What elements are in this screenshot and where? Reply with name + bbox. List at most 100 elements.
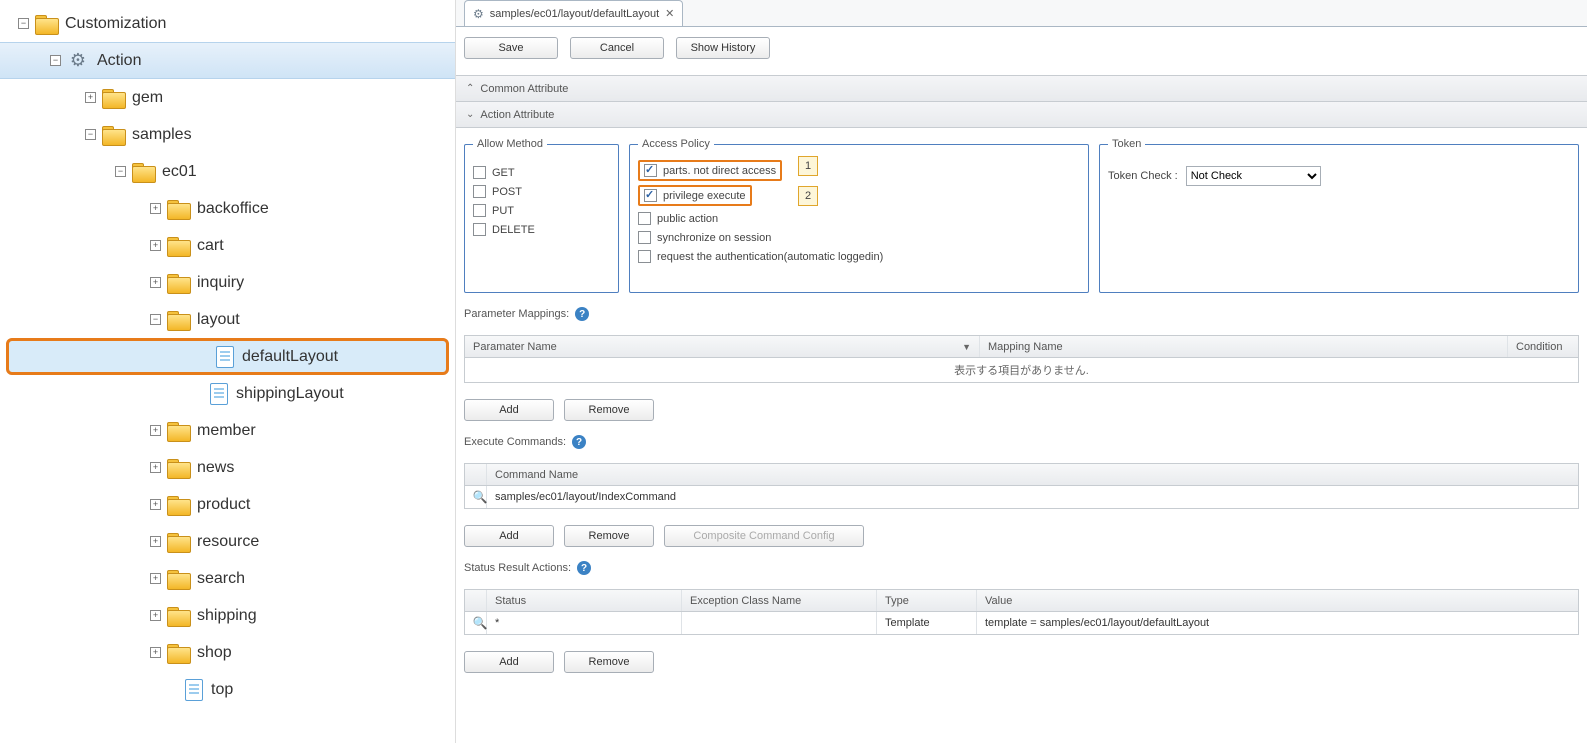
cb-public[interactable]: public action (638, 212, 1080, 225)
status-row[interactable]: 🔍 * Template template = samples/ec01/lay… (465, 612, 1578, 634)
cb-get[interactable]: GET (473, 166, 610, 179)
expand-icon[interactable]: + (150, 240, 161, 251)
tab-label: samples/ec01/layout/defaultLayout (490, 8, 659, 20)
checkbox[interactable] (644, 164, 657, 177)
allow-method-group: Allow Method GET POST PUT DELETE (464, 138, 619, 293)
tab-defaultlayout[interactable]: ⚙ samples/ec01/layout/defaultLayout ✕ (464, 0, 683, 26)
save-button[interactable]: Save (464, 37, 558, 59)
section-action[interactable]: ⌄ Action Attribute (456, 102, 1587, 128)
sort-icon: ▼ (962, 342, 971, 352)
checkbox[interactable] (473, 166, 486, 179)
checkbox[interactable] (638, 231, 651, 244)
col-command-name[interactable]: Command Name (487, 464, 1578, 485)
param-grid-head: Paramater Name ▼ Mapping Name Condition (465, 336, 1578, 358)
collapse-icon[interactable]: − (150, 314, 161, 325)
tree-label: layout (197, 311, 240, 329)
tree-search[interactable]: + search (0, 560, 455, 597)
gear-icon: ⚙ (473, 7, 484, 21)
expand-icon[interactable]: + (150, 462, 161, 473)
cb-auth[interactable]: request the authentication(automatic log… (638, 250, 1080, 263)
checkbox[interactable] (473, 185, 486, 198)
checkbox[interactable] (473, 223, 486, 236)
collapse-icon[interactable]: − (50, 55, 61, 66)
folder-icon (167, 644, 189, 662)
status-add-button[interactable]: Add (464, 651, 554, 673)
cb-sync[interactable]: synchronize on session (638, 231, 1080, 244)
exec-row[interactable]: 🔍 samples/ec01/layout/IndexCommand (465, 486, 1578, 508)
tree-root[interactable]: − Customization (0, 5, 455, 42)
expand-icon[interactable]: + (150, 573, 161, 584)
tree-product[interactable]: + product (0, 486, 455, 523)
expand-icon[interactable]: + (150, 203, 161, 214)
collapse-icon[interactable]: − (18, 18, 29, 29)
tree-shipping[interactable]: + shipping (0, 597, 455, 634)
cb-post[interactable]: POST (473, 185, 610, 198)
tree-layout[interactable]: − layout (0, 301, 455, 338)
col-status[interactable]: Status (487, 590, 682, 611)
tree-backoffice[interactable]: + backoffice (0, 190, 455, 227)
exec-grid-head: Command Name (465, 464, 1578, 486)
tree-ec01[interactable]: − ec01 (0, 153, 455, 190)
param-remove-button[interactable]: Remove (564, 399, 654, 421)
checkbox[interactable] (638, 250, 651, 263)
tree-gem[interactable]: + gem (0, 79, 455, 116)
tree-inquiry[interactable]: + inquiry (0, 264, 455, 301)
tree-defaultlayout[interactable]: defaultLayout (6, 338, 449, 375)
collapse-icon[interactable]: − (115, 166, 126, 177)
tree-resource[interactable]: + resource (0, 523, 455, 560)
tree-shop[interactable]: + shop (0, 634, 455, 671)
file-icon (185, 679, 203, 701)
tree-member[interactable]: + member (0, 412, 455, 449)
history-button[interactable]: Show History (676, 37, 770, 59)
cb-priv[interactable]: privilege execute (644, 189, 746, 202)
magnifier-icon[interactable]: 🔍 (473, 616, 487, 630)
expand-icon[interactable]: + (150, 499, 161, 510)
composite-config-button[interactable]: Composite Command Config (664, 525, 864, 547)
expand-icon[interactable]: + (150, 425, 161, 436)
checkbox[interactable] (638, 212, 651, 225)
help-icon[interactable]: ? (575, 307, 589, 321)
col-mapping-name[interactable]: Mapping Name (980, 336, 1508, 357)
param-add-button[interactable]: Add (464, 399, 554, 421)
tree-samples[interactable]: − samples (0, 116, 455, 153)
tree-label: Customization (65, 15, 166, 33)
tree-cart[interactable]: + cart (0, 227, 455, 264)
exec-remove-button[interactable]: Remove (564, 525, 654, 547)
expand-icon[interactable]: + (150, 277, 161, 288)
tree-news[interactable]: + news (0, 449, 455, 486)
expand-icon[interactable]: + (150, 610, 161, 621)
col-type[interactable]: Type (877, 590, 977, 611)
close-icon[interactable]: ✕ (665, 7, 674, 20)
checkbox[interactable] (644, 189, 657, 202)
callout-num-2: 2 (798, 186, 818, 206)
tree-shippinglayout[interactable]: shippingLayout (0, 375, 455, 412)
checkbox[interactable] (473, 204, 486, 217)
param-mappings-title: Parameter Mappings: ? (464, 307, 1579, 321)
tree-action[interactable]: − ⚙ Action (0, 42, 455, 79)
cb-delete[interactable]: DELETE (473, 223, 610, 236)
folder-icon (167, 274, 189, 292)
col-exception[interactable]: Exception Class Name (682, 590, 877, 611)
callout-1: parts. not direct access (638, 160, 782, 181)
help-icon[interactable]: ? (572, 435, 586, 449)
col-param-name[interactable]: Paramater Name ▼ (465, 336, 980, 357)
section-common[interactable]: ⌃ Common Attribute (456, 76, 1587, 102)
cb-put[interactable]: PUT (473, 204, 610, 217)
expand-icon[interactable]: + (150, 647, 161, 658)
cancel-button[interactable]: Cancel (570, 37, 664, 59)
exec-grid: Command Name 🔍 samples/ec01/layout/Index… (464, 463, 1579, 509)
cb-parts[interactable]: parts. not direct access (644, 164, 776, 177)
help-icon[interactable]: ? (577, 561, 591, 575)
expand-icon[interactable]: + (150, 536, 161, 547)
file-icon (210, 383, 228, 405)
status-remove-button[interactable]: Remove (564, 651, 654, 673)
token-select[interactable]: Not Check (1186, 166, 1321, 186)
col-condition[interactable]: Condition (1508, 336, 1578, 357)
expand-icon[interactable]: + (85, 92, 96, 103)
col-value[interactable]: Value (977, 590, 1578, 611)
tree-top[interactable]: top (0, 671, 455, 708)
collapse-icon[interactable]: − (85, 129, 96, 140)
folder-icon (102, 126, 124, 144)
exec-add-button[interactable]: Add (464, 525, 554, 547)
magnifier-icon[interactable]: 🔍 (473, 490, 487, 504)
